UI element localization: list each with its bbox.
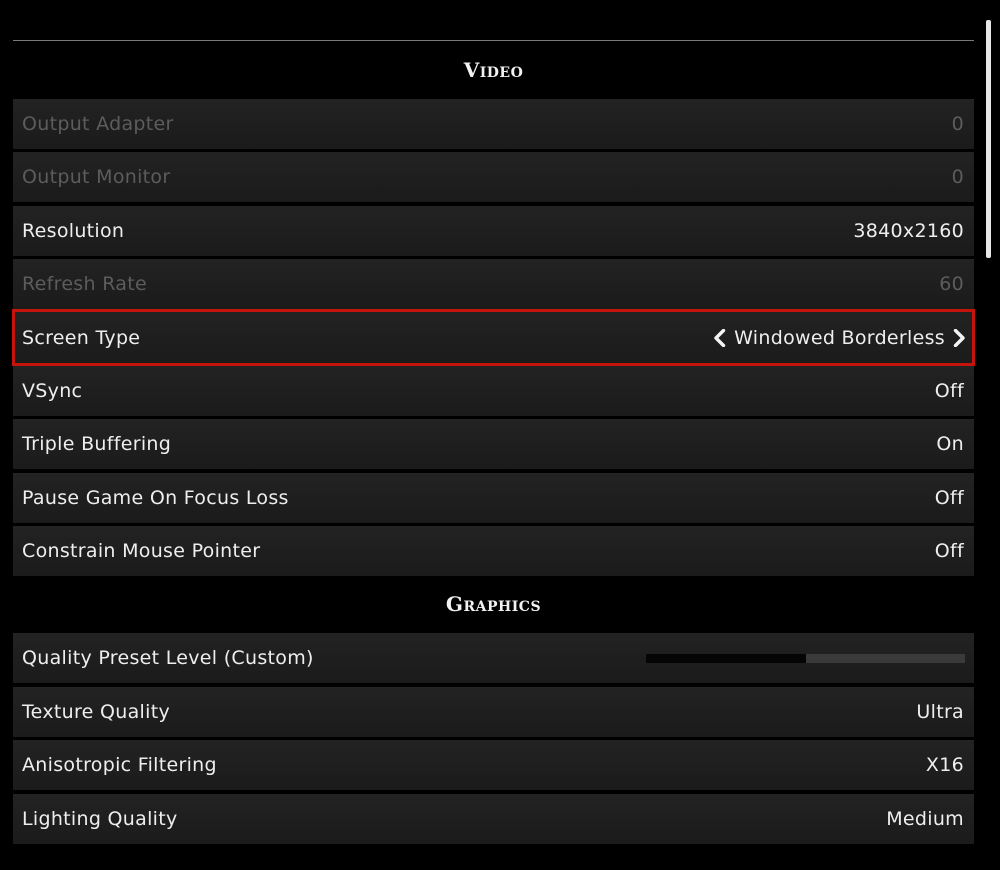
section-title-graphics: Graphics (445, 592, 542, 616)
setting-row-texture-quality[interactable]: Texture Quality Ultra (13, 687, 974, 737)
chevron-right-icon[interactable] (953, 328, 966, 347)
setting-value: X16 (925, 754, 964, 776)
setting-value: Off (934, 540, 964, 562)
setting-label: Constrain Mouse Pointer (22, 540, 261, 562)
setting-label: Screen Type (22, 326, 141, 349)
setting-value: 3840x2160 (853, 220, 964, 242)
setting-label: Texture Quality (22, 701, 170, 723)
setting-label: VSync (22, 380, 83, 402)
setting-label: Refresh Rate (22, 273, 147, 295)
setting-row-resolution[interactable]: Resolution 3840x2160 (13, 206, 974, 256)
setting-row-output-monitor: Output Monitor 0 (13, 152, 974, 202)
setting-label: Resolution (22, 220, 125, 242)
setting-value: On (936, 433, 964, 455)
setting-value: 0 (951, 166, 964, 188)
section-header-video: Video (13, 50, 974, 90)
setting-row-vsync[interactable]: VSync Off (13, 366, 974, 416)
setting-row-constrain-mouse-pointer[interactable]: Constrain Mouse Pointer Off (13, 526, 974, 576)
setting-label: Triple Buffering (22, 433, 172, 455)
setting-row-screen-type[interactable]: Screen Type Windowed Borderless (12, 309, 975, 366)
setting-label: Anisotropic Filtering (22, 754, 217, 776)
setting-row-quality-preset-level[interactable]: Quality Preset Level (Custom) (13, 633, 974, 683)
setting-row-pause-game-on-focus-loss[interactable]: Pause Game On Focus Loss Off (13, 473, 974, 523)
setting-value: Windowed Borderless (734, 326, 945, 349)
top-divider (13, 40, 974, 41)
setting-value: Ultra (916, 701, 964, 723)
section-title-video: Video (463, 58, 524, 82)
setting-row-output-adapter: Output Adapter 0 (13, 99, 974, 149)
chevron-left-icon[interactable] (713, 328, 726, 347)
setting-row-lighting-quality[interactable]: Lighting Quality Medium (13, 794, 974, 844)
setting-value: Medium (886, 808, 964, 830)
setting-row-anisotropic-filtering[interactable]: Anisotropic Filtering X16 (13, 740, 974, 790)
scrollbar[interactable] (986, 20, 991, 258)
setting-label: Pause Game On Focus Loss (22, 487, 289, 509)
setting-value: Off (934, 487, 964, 509)
setting-row-triple-buffering[interactable]: Triple Buffering On (13, 419, 974, 469)
setting-value: Off (934, 380, 964, 402)
setting-label: Quality Preset Level (Custom) (22, 647, 314, 669)
quality-preset-slider[interactable] (646, 653, 965, 663)
section-header-graphics: Graphics (13, 584, 974, 624)
setting-label: Output Adapter (22, 113, 174, 135)
setting-row-refresh-rate: Refresh Rate 60 (13, 259, 974, 309)
setting-label: Lighting Quality (22, 808, 178, 830)
setting-value: 60 (939, 273, 964, 295)
setting-label: Output Monitor (22, 166, 171, 188)
setting-value: 0 (951, 113, 964, 135)
quality-preset-slider-fill (646, 653, 806, 663)
screen-type-selector[interactable]: Windowed Borderless (713, 327, 966, 349)
